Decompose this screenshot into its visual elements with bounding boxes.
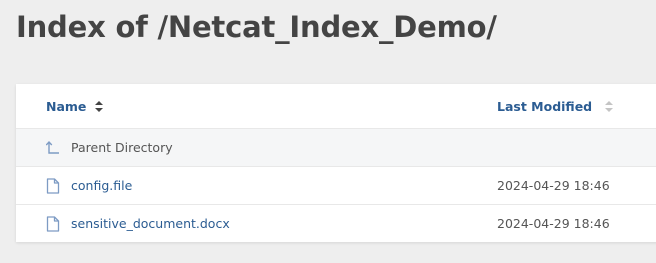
- file-name-cell[interactable]: sensitive_document.docx: [46, 205, 230, 242]
- last-modified-column-header[interactable]: Last Modified: [497, 84, 614, 128]
- modified-date-cell: 2024-04-29 18:46: [497, 167, 610, 204]
- file-icon: [46, 215, 60, 232]
- sort-icon[interactable]: [95, 100, 104, 112]
- name-column-header[interactable]: Name: [46, 84, 104, 128]
- last-modified-header-label[interactable]: Last Modified: [497, 99, 592, 114]
- modified-date: 2024-04-29 18:46: [497, 178, 610, 193]
- sort-icon[interactable]: [605, 100, 614, 112]
- file-name-cell[interactable]: config.file: [46, 167, 132, 204]
- page-title: Index of /Netcat_Index_Demo/: [16, 10, 497, 44]
- modified-date-cell: 2024-04-29 18:46: [497, 205, 610, 242]
- file-icon: [46, 177, 60, 194]
- parent-directory-row[interactable]: Parent Directory: [16, 128, 656, 166]
- directory-listing: Name Last Modified Parent Directory conf…: [16, 84, 656, 242]
- table-row[interactable]: config.file 2024-04-29 18:46: [16, 166, 656, 204]
- name-header-label[interactable]: Name: [46, 99, 86, 114]
- parent-directory-link[interactable]: Parent Directory: [71, 140, 173, 155]
- parent-directory-cell[interactable]: Parent Directory: [46, 129, 173, 166]
- table-row[interactable]: sensitive_document.docx 2024-04-29 18:46: [16, 204, 656, 242]
- file-link[interactable]: config.file: [71, 178, 132, 193]
- table-header: Name Last Modified: [16, 84, 656, 128]
- arrow-up-icon: [46, 140, 59, 154]
- modified-date: 2024-04-29 18:46: [497, 216, 610, 231]
- file-link[interactable]: sensitive_document.docx: [71, 216, 230, 231]
